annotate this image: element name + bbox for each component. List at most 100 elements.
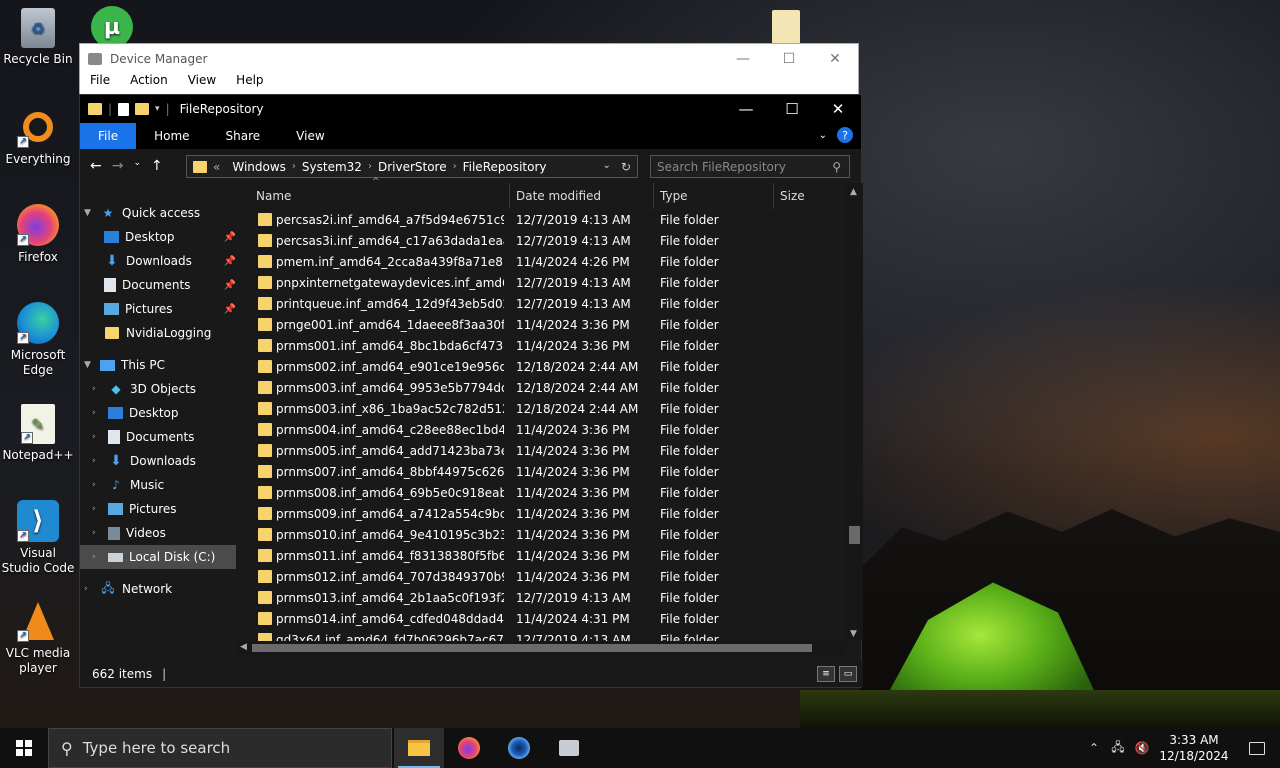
vertical-scrollbar[interactable]: ▲ ▼	[846, 183, 863, 641]
table-row[interactable]: prnms008.inf_amd64_69b5e0c918eab9a6 11/4/…	[236, 482, 846, 503]
menu-action[interactable]: Action	[130, 73, 168, 87]
column-name[interactable]: Name	[250, 183, 510, 209]
help-icon[interactable]: ?	[837, 127, 853, 143]
table-row[interactable]: pmem.inf_amd64_2cca8a439f8a71e8 11/4/2024…	[236, 251, 846, 272]
nav-item-pc-documents[interactable]: › Documents	[80, 425, 236, 449]
table-row[interactable]: printqueue.inf_amd64_12d9f43eb5d02987 12/…	[236, 293, 846, 314]
menu-help[interactable]: Help	[236, 73, 263, 87]
details-view-button[interactable]: ≡	[817, 666, 835, 682]
desktop-icon-everything[interactable]: ↗ Everything	[0, 106, 76, 167]
taskbar-search[interactable]: ⚲ Type here to search	[48, 728, 392, 768]
nav-item-pc-pictures[interactable]: › Pictures	[80, 497, 236, 521]
search-input[interactable]: Search FileRepository	[657, 160, 786, 174]
large-icons-view-button[interactable]: ▭	[839, 666, 857, 682]
tab-file[interactable]: File	[80, 123, 137, 149]
menu-view[interactable]: View	[188, 73, 216, 87]
back-arrow-icon[interactable]: ←	[90, 158, 102, 174]
nav-this-pc[interactable]: ▼ This PC	[80, 353, 236, 377]
nav-item-local-disk[interactable]: › Local Disk (C:)	[80, 545, 236, 569]
chevron-right-icon[interactable]: ›	[92, 504, 102, 514]
breadcrumb-driverstore[interactable]: DriverStore	[378, 160, 447, 174]
pin-icon[interactable]: 📌	[224, 304, 236, 315]
table-row[interactable]: prnge001.inf_amd64_1daeee8f3aa30fcb 11/4/…	[236, 314, 846, 335]
taskbar-app[interactable]	[494, 728, 544, 768]
pin-icon[interactable]: 📌	[224, 280, 236, 291]
breadcrumb-windows[interactable]: Windows	[232, 160, 286, 174]
taskbar-file-explorer[interactable]	[394, 728, 444, 768]
chevron-right-icon[interactable]: ›	[453, 161, 457, 172]
desktop-icon-recycle-bin[interactable]: ♻ Recycle Bin	[0, 8, 76, 67]
chevron-right-icon[interactable]: ›	[92, 432, 102, 442]
minimize-button[interactable]: —	[723, 95, 769, 123]
nav-quick-access[interactable]: ▼ ★ Quick access	[80, 201, 236, 225]
forward-arrow-icon[interactable]: →	[112, 158, 124, 174]
chevron-down-icon[interactable]: ▼	[84, 360, 94, 370]
explorer-titlebar[interactable]: | ▾ | FileRepository — ☐ ✕	[80, 95, 861, 123]
chevron-right-icon[interactable]: ›	[92, 552, 102, 562]
tab-share[interactable]: Share	[208, 123, 279, 149]
desktop-icon-notepadpp[interactable]: ✎ ↗ Notepad++	[0, 404, 76, 463]
expand-ribbon-icon[interactable]: ⌄	[819, 130, 827, 141]
chevron-right-icon[interactable]: ›	[92, 408, 102, 418]
search-box[interactable]: Search FileRepository ⚲	[650, 155, 850, 178]
breadcrumb-filerepository[interactable]: FileRepository	[463, 160, 547, 174]
nav-item-downloads[interactable]: ⬇ Downloads 📌	[80, 249, 236, 273]
chevron-right-icon[interactable]: ›	[92, 528, 102, 538]
table-row[interactable]: prnms003.inf_x86_1ba9ac52c782d512 12/18/2…	[236, 398, 846, 419]
scroll-up-icon[interactable]: ▲	[850, 187, 857, 197]
customize-quick-access-icon[interactable]: ▾	[155, 104, 160, 114]
table-row[interactable]: prnms010.inf_amd64_9e410195c3b236c9 11/4/…	[236, 524, 846, 545]
pin-icon[interactable]: 📌	[224, 232, 236, 243]
chevron-right-icon[interactable]: ›	[368, 161, 372, 172]
address-overflow[interactable]: «	[213, 160, 220, 174]
table-row[interactable]: percsas3i.inf_amd64_c17a63dada1eaa02 12/7…	[236, 230, 846, 251]
recent-locations-icon[interactable]: ⌄	[133, 158, 141, 174]
desktop-icon-edge[interactable]: ↗ Microsoft Edge	[0, 302, 76, 378]
chevron-right-icon[interactable]: ›	[92, 456, 102, 466]
chevron-right-icon[interactable]: ›	[92, 384, 102, 394]
properties-icon[interactable]	[118, 102, 130, 116]
notification-center[interactable]	[1234, 741, 1280, 755]
table-row[interactable]: prnms009.inf_amd64_a7412a554c9bc1fd 11/4/…	[236, 503, 846, 524]
close-button[interactable]: ✕	[812, 44, 858, 73]
chevron-right-icon[interactable]: ›	[84, 584, 94, 594]
refresh-icon[interactable]: ↻	[621, 160, 631, 174]
nav-item-desktop[interactable]: Desktop 📌	[80, 225, 236, 249]
nav-network[interactable]: › 🖧 Network	[80, 577, 236, 601]
table-row[interactable]: prnms012.inf_amd64_707d3849370b9d23 11/4/…	[236, 566, 846, 587]
scrollbar-thumb[interactable]	[849, 526, 860, 544]
file-explorer-window[interactable]: | ▾ | FileRepository — ☐ ✕ File Home Sha…	[79, 94, 863, 688]
table-row[interactable]: prnms003.inf_amd64_9953e5b7794dd5fe 12/18…	[236, 377, 846, 398]
table-row[interactable]: prnms013.inf_amd64_2b1aa5c0f193f278 12/7/…	[236, 587, 846, 608]
horizontal-scrollbar[interactable]: ◀	[236, 641, 846, 655]
network-icon[interactable]: 🖧	[1106, 738, 1130, 759]
nav-item-pictures[interactable]: Pictures 📌	[80, 297, 236, 321]
table-row[interactable]: pnpxinternetgatewaydevices.inf_amd64_...…	[236, 272, 846, 293]
search-icon[interactable]: ⚲	[832, 160, 841, 174]
volume-muted-icon[interactable]: 🔇	[1130, 741, 1154, 755]
maximize-button[interactable]: ☐	[769, 95, 815, 123]
up-arrow-icon[interactable]: ↑	[151, 158, 163, 174]
nav-item-videos[interactable]: › Videos	[80, 521, 236, 545]
nav-item-music[interactable]: › ♪ Music	[80, 473, 236, 497]
tab-home[interactable]: Home	[136, 123, 207, 149]
new-folder-icon[interactable]	[135, 103, 150, 115]
desktop-icon-vscode[interactable]: ⟩ ↗ Visual Studio Code	[0, 500, 76, 576]
chevron-right-icon[interactable]: ›	[92, 480, 102, 490]
nav-item-documents[interactable]: Documents 📌	[80, 273, 236, 297]
minimize-button[interactable]: —	[720, 44, 766, 73]
clock[interactable]: 3:33 AM 12/18/2024	[1154, 732, 1234, 764]
file-list[interactable]: ^ Name Date modified Type Size percsas2i…	[236, 177, 863, 655]
taskbar-search-input[interactable]: Type here to search	[83, 739, 230, 757]
pin-icon[interactable]: 📌	[224, 256, 236, 267]
column-date-modified[interactable]: Date modified	[510, 183, 654, 209]
table-row[interactable]: prnms004.inf_amd64_c28ee88ec1bd4178 11/4/…	[236, 419, 846, 440]
nav-item-3d-objects[interactable]: › ◆ 3D Objects	[80, 377, 236, 401]
breadcrumb-system32[interactable]: System32	[302, 160, 362, 174]
taskbar-firefox[interactable]	[444, 728, 494, 768]
table-row[interactable]: prnms007.inf_amd64_8bbf44975c626ac5 11/4/…	[236, 461, 846, 482]
chevron-down-icon[interactable]: ▼	[84, 208, 94, 218]
table-row[interactable]: prnms005.inf_amd64_add71423ba73e797 11/4/…	[236, 440, 846, 461]
nav-item-pc-desktop[interactable]: › Desktop	[80, 401, 236, 425]
nav-item-nvidialogging[interactable]: NvidiaLogging	[80, 321, 236, 345]
